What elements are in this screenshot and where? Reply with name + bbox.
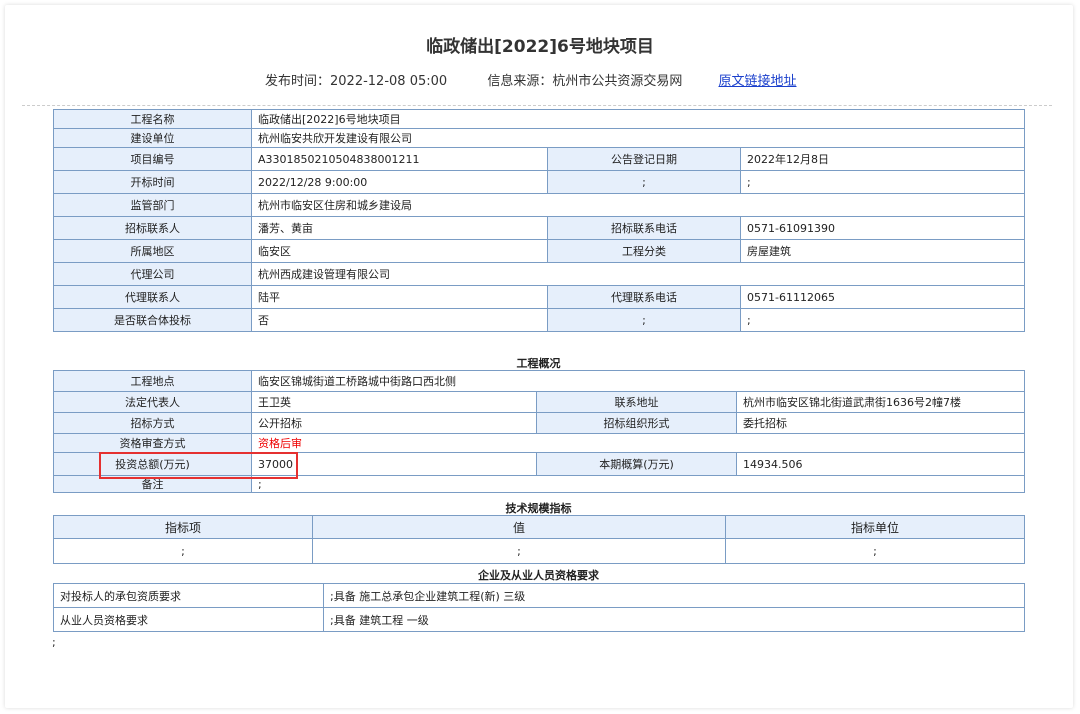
table-row: 资格审查方式 资格后审 [53, 433, 1026, 453]
builder-value: 杭州临安共欣开发建设有限公司 [251, 128, 1025, 148]
publish-label: 发布时间： [265, 74, 331, 89]
tech-cell-unit: ; [725, 538, 1025, 564]
table-row: 所属地区 临安区 工程分类 房屋建筑 [53, 239, 1025, 263]
tech-header-item: 指标项 [53, 515, 313, 539]
divider [22, 105, 1052, 106]
agent-value: 杭州西成建设管理有限公司 [251, 262, 1025, 286]
agent-contact-value: 陆平 [251, 285, 548, 309]
page-title: 临政储出[2022]6号地块项目 [426, 37, 654, 57]
agent-phone-value: 0571-61112065 [740, 285, 1025, 309]
qual-review-label: 资格审查方式 [53, 433, 252, 453]
tech-header-unit: 指标单位 [725, 515, 1025, 539]
source-label: 信息来源： [487, 74, 553, 89]
category-value: 房屋建筑 [740, 239, 1025, 263]
remark-value: ; [250, 475, 1026, 493]
source-name: 杭州市公共资源交易网 [552, 74, 683, 89]
location-label: 工程地点 [53, 370, 252, 392]
address-label: 联系地址 [536, 391, 737, 413]
qual-review-value: 资格后审 [250, 433, 1026, 453]
open-time-value: 2022/12/28 9:00:00 [251, 170, 548, 194]
tech-cell-value: ; [312, 538, 726, 564]
joint-label: 是否联合体投标 [53, 308, 252, 332]
legal-value: 王卫英 [251, 391, 537, 413]
table-row: 工程名称 临政储出[2022]6号地块项目 [53, 109, 1025, 129]
staff-req-value: ;具备 建筑工程 一级 [323, 607, 1025, 632]
agent-contact-label: 代理联系人 [53, 285, 252, 309]
open-time-label: 开标时间 [53, 170, 252, 194]
region-label: 所属地区 [53, 239, 252, 263]
budget-label: 本期概算(万元) [536, 452, 737, 476]
table-row: ; ; ; [53, 538, 1025, 564]
location-value: 临安区锦城街道工桥路城中街路口西北侧 [250, 370, 1026, 392]
contact-phone-label: 招标联系电话 [547, 216, 741, 240]
meta-line: 发布时间：2022-12-08 05:00 信息来源：杭州市公共资源交易网 原文… [265, 70, 797, 89]
project-no-value: A3301850210504838001211 [251, 147, 548, 171]
overview-section-title: 工程概况 [516, 357, 561, 370]
project-no-label: 项目编号 [53, 147, 252, 171]
table-row: 从业人员资格要求 ;具备 建筑工程 一级 [53, 607, 1025, 632]
method-label: 招标方式 [53, 412, 252, 434]
agent-phone-label: 代理联系电话 [547, 285, 741, 309]
org-form-label: 招标组织形式 [536, 412, 737, 434]
org-form-value: 委托招标 [735, 412, 1026, 434]
joint-value: 否 [251, 308, 548, 332]
table-row: 法定代表人 王卫英 联系地址 杭州市临安区锦北街道武肃街1636号2幢7楼 [53, 391, 1026, 413]
open-extra-label: ; [547, 170, 741, 194]
joint-extra-value: ; [740, 308, 1025, 332]
table-row: 招标方式 公开招标 招标组织形式 委托招标 [53, 412, 1026, 434]
contact-phone-value: 0571-61091390 [740, 216, 1025, 240]
table-row: 工程地点 临安区锦城街道工桥路城中街路口西北侧 [53, 370, 1026, 392]
basic-info-table: 工程名称 临政储出[2022]6号地块项目 建设单位 杭州临安共欣开发建设有限公… [53, 109, 1025, 332]
table-row: 是否联合体投标 否 ; ; [53, 308, 1025, 332]
builder-label: 建设单位 [53, 128, 252, 148]
table-row: 对投标人的承包资质要求 ;具备 施工总承包企业建筑工程(新) 三级 [53, 583, 1025, 608]
table-row: 代理联系人 陆平 代理联系电话 0571-61112065 [53, 285, 1025, 309]
supervisor-label: 监管部门 [53, 193, 252, 217]
tech-header-value: 值 [312, 515, 726, 539]
category-label: 工程分类 [547, 239, 741, 263]
investment-highlight-box [99, 452, 298, 479]
contact-value: 潘芳、黄亩 [251, 216, 548, 240]
agent-label: 代理公司 [53, 262, 252, 286]
original-link[interactable]: 原文链接地址 [718, 74, 796, 89]
qual-req-value: ;具备 施工总承包企业建筑工程(新) 三级 [323, 583, 1025, 608]
legal-label: 法定代表人 [53, 391, 252, 413]
tech-table: 指标项 值 指标单位 ; ; ; [53, 515, 1025, 564]
tech-section-title: 技术规模指标 [505, 502, 572, 515]
publish-time: 2022-12-08 05:00 [330, 74, 448, 89]
open-extra-value: ; [740, 170, 1025, 194]
trailing-text: ; [52, 636, 56, 649]
table-row: 项目编号 A3301850210504838001211 公告登记日期 2022… [53, 147, 1025, 171]
table-row: 指标项 值 指标单位 [53, 515, 1025, 539]
table-row: 开标时间 2022/12/28 9:00:00 ; ; [53, 170, 1025, 194]
project-name-label: 工程名称 [53, 109, 252, 129]
supervisor-value: 杭州市临安区住房和城乡建设局 [251, 193, 1025, 217]
project-name-value: 临政储出[2022]6号地块项目 [251, 109, 1025, 129]
table-row: 代理公司 杭州西成建设管理有限公司 [53, 262, 1025, 286]
qual-table: 对投标人的承包资质要求 ;具备 施工总承包企业建筑工程(新) 三级 从业人员资格… [53, 583, 1025, 632]
table-row: 招标联系人 潘芳、黄亩 招标联系电话 0571-61091390 [53, 216, 1025, 240]
qual-section-title: 企业及从业人员资格要求 [478, 569, 599, 582]
tech-cell-item: ; [53, 538, 313, 564]
table-row: 监管部门 杭州市临安区住房和城乡建设局 [53, 193, 1025, 217]
table-row: 建设单位 杭州临安共欣开发建设有限公司 [53, 128, 1025, 148]
method-value: 公开招标 [251, 412, 537, 434]
contact-label: 招标联系人 [53, 216, 252, 240]
announce-date-label: 公告登记日期 [547, 147, 741, 171]
qual-req-label: 对投标人的承包资质要求 [53, 583, 324, 608]
budget-value: 14934.506 [735, 452, 1026, 476]
address-value: 杭州市临安区锦北街道武肃街1636号2幢7楼 [735, 391, 1026, 413]
announce-date-value: 2022年12月8日 [740, 147, 1025, 171]
region-value: 临安区 [251, 239, 548, 263]
joint-extra-label: ; [547, 308, 741, 332]
staff-req-label: 从业人员资格要求 [53, 607, 324, 632]
